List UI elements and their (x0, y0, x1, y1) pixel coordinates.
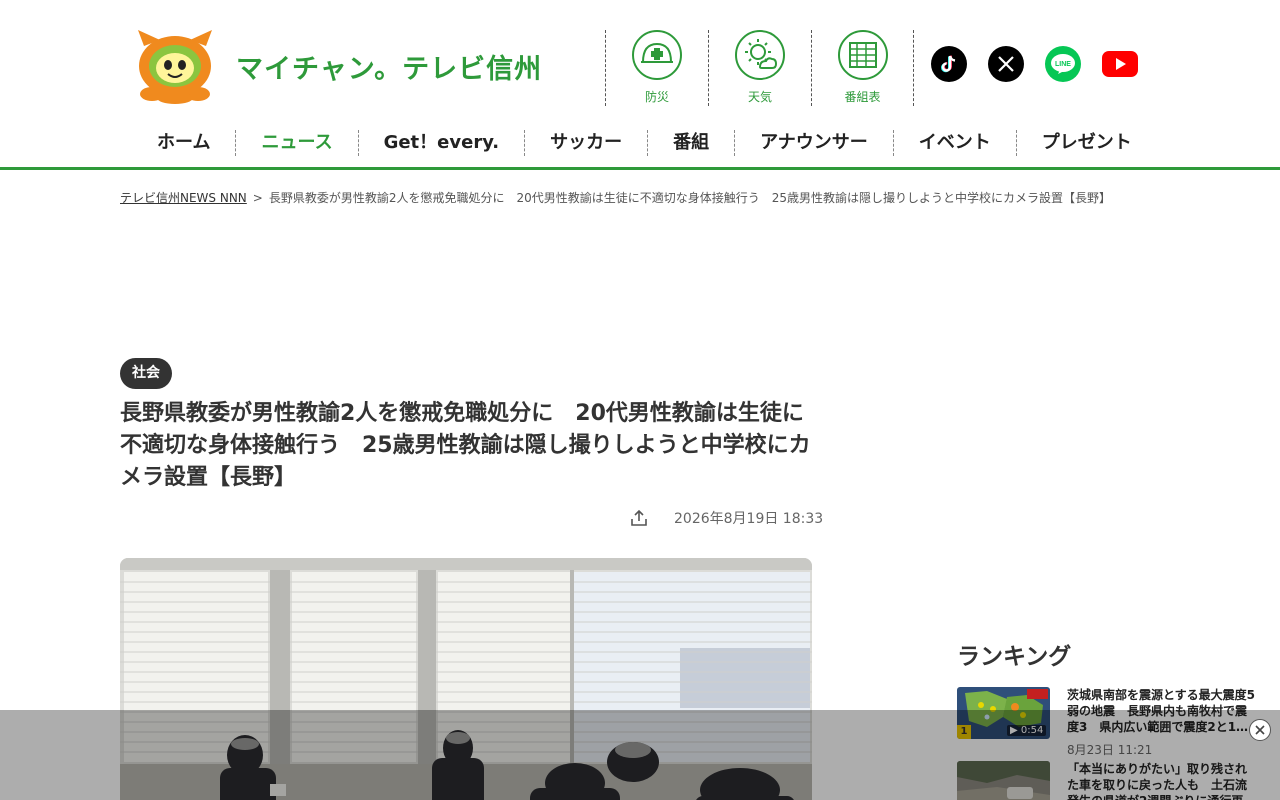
breadcrumb-home-link[interactable]: テレビ信州NEWS NNN (120, 191, 247, 205)
nav-item-news[interactable]: ニュース (235, 130, 357, 156)
nav-item-home[interactable]: ホーム (132, 130, 235, 156)
nav-item-get-every[interactable]: Get！every. (357, 130, 525, 156)
program-grid-icon (837, 30, 888, 80)
quick-link-disaster[interactable]: 防災 (605, 30, 708, 106)
breadcrumb-current: 長野県教委が男性教諭2人を懲戒免職処分に 20代男性教諭は生徒に不適切な身体接触… (268, 191, 1112, 205)
ranking-title: ランキング (957, 644, 1072, 670)
social-links: LINE (931, 46, 1138, 82)
youtube-icon[interactable] (1102, 46, 1138, 82)
article-date: 2026年8月19日 18:33 (674, 511, 824, 527)
nav-item-present[interactable]: プレゼント (1015, 130, 1157, 156)
site-header: マイチャン。テレビ信州 防災 天気 番組表 LINE (0, 0, 1280, 120)
close-icon[interactable] (1249, 719, 1271, 741)
quick-link-program[interactable]: 番組表 (811, 30, 914, 106)
quick-link-weather[interactable]: 天気 (708, 30, 811, 106)
quick-links: 防災 天気 番組表 (605, 30, 914, 106)
nav-item-announcers[interactable]: アナウンサー (734, 130, 893, 156)
quick-link-disaster-label: 防災 (644, 90, 669, 104)
svg-text:LINE: LINE (1055, 61, 1071, 68)
site-logo-text: マイチャン。テレビ信州 (236, 53, 543, 85)
article-meta: 2026年8月19日 18:33 (630, 508, 823, 528)
breadcrumb-separator: > (252, 191, 263, 205)
article-title: 長野県教委が男性教諭2人を懲戒免職処分に 20代男性教諭は生徒に不適切な身体接触… (120, 401, 811, 490)
category-badge[interactable]: 社会 (120, 358, 172, 389)
mascot-logo-icon (130, 28, 220, 104)
bottom-overlay-bar (0, 710, 1280, 800)
x-icon[interactable] (988, 46, 1024, 82)
global-nav: ホーム ニュース Get！every. サッカー 番組 アナウンサー イベント … (0, 120, 1280, 170)
breadcrumb: テレビ信州NEWS NNN > 長野県教委が男性教諭2人を懲戒免職処分に 20代男性… (120, 189, 1111, 206)
nav-item-events[interactable]: イベント (892, 130, 1016, 156)
disaster-helmet-icon (632, 30, 682, 80)
site-logo[interactable]: マイチャン。テレビ信州 (130, 28, 542, 104)
nav-item-soccer[interactable]: サッカー (524, 130, 647, 156)
tiktok-icon[interactable] (931, 46, 967, 82)
quick-link-program-label: 番組表 (844, 90, 881, 104)
share-icon[interactable] (630, 509, 648, 527)
line-icon[interactable]: LINE (1045, 46, 1081, 82)
weather-sun-icon (735, 30, 785, 80)
nav-item-programs[interactable]: 番組 (647, 130, 734, 156)
quick-link-weather-label: 天気 (747, 90, 772, 104)
